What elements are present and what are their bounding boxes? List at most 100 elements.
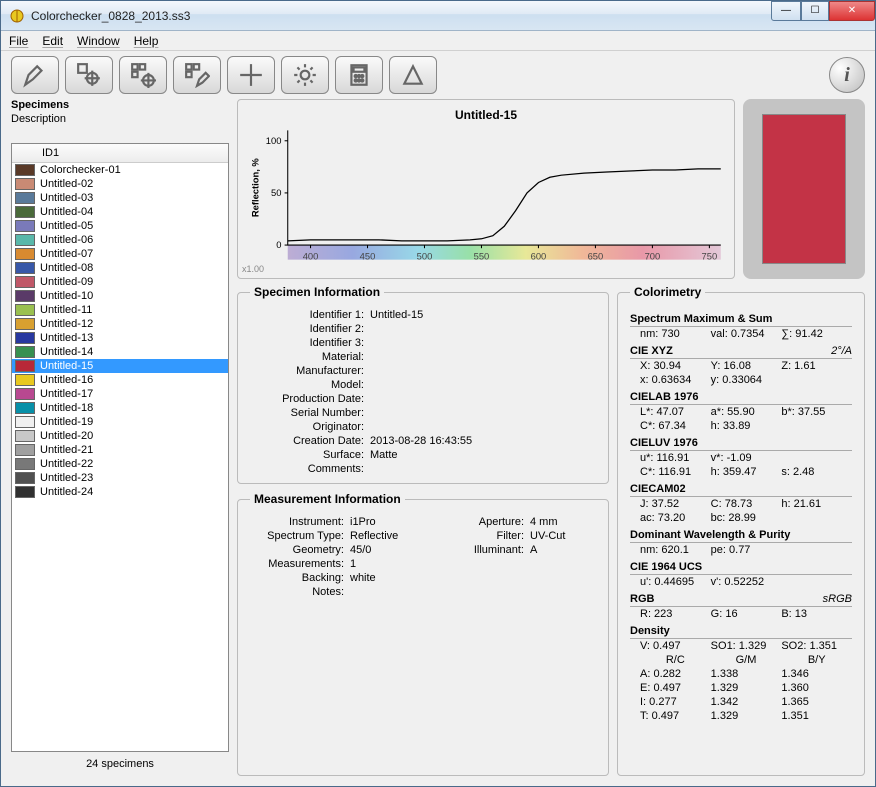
svg-text:100: 100 <box>266 136 282 146</box>
close-button[interactable]: ✕ <box>829 1 875 21</box>
swatch-icon <box>15 332 35 344</box>
swatch-icon <box>15 486 35 498</box>
specimen-list[interactable]: ID1 Colorchecker-01Untitled-02 Untitled-0… <box>11 143 229 752</box>
list-item-label: Untitled-03 <box>40 192 93 204</box>
app-icon <box>9 8 25 24</box>
color-preview-frame <box>743 99 865 279</box>
swatch-icon <box>15 164 35 176</box>
specimen-info-panel: Specimen Information Identifier 1:Untitl… <box>237 285 609 484</box>
list-item[interactable]: Untitled-24 <box>12 485 228 499</box>
list-item[interactable]: Untitled-17 <box>12 387 228 401</box>
list-item-label: Untitled-23 <box>40 472 93 484</box>
swatch-icon <box>15 458 35 470</box>
list-item[interactable]: Untitled-06 <box>12 233 228 247</box>
measurement-info-panel: Measurement Information Instrument:i1Pro… <box>237 492 609 776</box>
colorimetry-panel: Colorimetry Spectrum Maximum & Sum nm: 7… <box>617 285 865 776</box>
swatch-icon <box>15 388 35 400</box>
svg-text:650: 650 <box>588 252 604 262</box>
list-item[interactable]: Colorchecker-01 <box>12 163 228 177</box>
list-item-label: Untitled-14 <box>40 346 93 358</box>
description-tab-label[interactable]: Description <box>11 113 229 125</box>
list-item-label: Untitled-19 <box>40 416 93 428</box>
list-item-label: Untitled-15 <box>40 360 93 372</box>
swatch-icon <box>15 290 35 302</box>
swatch-icon <box>15 360 35 372</box>
tool-calculator[interactable] <box>335 56 383 94</box>
list-item[interactable]: Untitled-05 <box>12 219 228 233</box>
tool-target-grid[interactable] <box>119 56 167 94</box>
swatch-icon <box>15 206 35 218</box>
list-item[interactable]: Untitled-16 <box>12 373 228 387</box>
measurement-info-legend: Measurement Information <box>250 492 405 506</box>
list-item[interactable]: Untitled-02 <box>12 177 228 191</box>
list-footer: 24 specimens <box>11 752 229 776</box>
specimens-tab-label[interactable]: Specimens <box>11 99 229 111</box>
swatch-icon <box>15 276 35 288</box>
spectrum-chart: Untitled-15 0501004004505005506006507007… <box>237 99 735 279</box>
swatch-icon <box>15 444 35 456</box>
list-item[interactable]: Untitled-22 <box>12 457 228 471</box>
swatch-icon <box>15 220 35 232</box>
tool-crosshair[interactable] <box>227 56 275 94</box>
info-button[interactable]: i <box>829 57 865 93</box>
swatch-icon <box>15 402 35 414</box>
list-item-label: Untitled-10 <box>40 290 93 302</box>
tool-target-single[interactable] <box>65 56 113 94</box>
menu-edit[interactable]: Edit <box>42 34 63 48</box>
svg-text:Reflection, %: Reflection, % <box>251 158 261 218</box>
list-item[interactable]: Untitled-19 <box>12 415 228 429</box>
svg-text:0: 0 <box>276 240 281 250</box>
svg-text:450: 450 <box>360 252 376 262</box>
list-item-label: Untitled-11 <box>40 304 92 316</box>
specimen-info-legend: Specimen Information <box>250 285 384 299</box>
svg-text:400: 400 <box>303 252 319 262</box>
swatch-icon <box>15 416 35 428</box>
tool-pencil-grid[interactable] <box>173 56 221 94</box>
minimize-button[interactable]: — <box>771 1 801 21</box>
list-item-label: Untitled-02 <box>40 178 93 190</box>
swatch-icon <box>15 234 35 246</box>
tool-sun[interactable] <box>281 56 329 94</box>
list-item[interactable]: Untitled-18 <box>12 401 228 415</box>
svg-text:700: 700 <box>645 252 661 262</box>
swatch-icon <box>15 430 35 442</box>
list-item[interactable]: Untitled-03 <box>12 191 228 205</box>
list-item-label: Untitled-09 <box>40 276 93 288</box>
menu-window[interactable]: Window <box>77 34 120 48</box>
list-item[interactable]: Untitled-12 <box>12 317 228 331</box>
tool-pencil[interactable] <box>11 56 59 94</box>
list-item[interactable]: Untitled-13 <box>12 331 228 345</box>
swatch-icon <box>15 304 35 316</box>
list-item-label: Untitled-16 <box>40 374 93 386</box>
list-item[interactable]: Untitled-14 <box>12 345 228 359</box>
list-item-label: Untitled-24 <box>40 486 93 498</box>
svg-text:550: 550 <box>474 252 490 262</box>
list-column-header[interactable]: ID1 <box>12 144 228 163</box>
list-item[interactable]: Untitled-10 <box>12 289 228 303</box>
list-item-label: Untitled-05 <box>40 220 93 232</box>
menu-help[interactable]: Help <box>134 34 159 48</box>
list-item-label: Untitled-17 <box>40 388 93 400</box>
list-item[interactable]: Untitled-04 <box>12 205 228 219</box>
list-item-label: Untitled-18 <box>40 402 93 414</box>
list-item[interactable]: Untitled-15 <box>12 359 228 373</box>
maximize-button[interactable]: ☐ <box>801 1 829 21</box>
tool-delta[interactable] <box>389 56 437 94</box>
list-item[interactable]: Untitled-20 <box>12 429 228 443</box>
color-preview-swatch <box>762 114 846 264</box>
list-item-label: Untitled-12 <box>40 318 93 330</box>
list-item[interactable]: Untitled-09 <box>12 275 228 289</box>
list-item[interactable]: Untitled-11 <box>12 303 228 317</box>
svg-text:600: 600 <box>531 252 547 262</box>
toolbar: i <box>1 51 875 99</box>
menu-file[interactable]: File <box>9 34 28 48</box>
list-item-label: Untitled-20 <box>40 430 93 442</box>
list-item-label: Untitled-22 <box>40 458 93 470</box>
list-item[interactable]: Untitled-21 <box>12 443 228 457</box>
list-item[interactable]: Untitled-08 <box>12 261 228 275</box>
list-item[interactable]: Untitled-07 <box>12 247 228 261</box>
list-item[interactable]: Untitled-23 <box>12 471 228 485</box>
swatch-icon <box>15 374 35 386</box>
swatch-icon <box>15 248 35 260</box>
chart-title: Untitled-15 <box>246 108 726 122</box>
